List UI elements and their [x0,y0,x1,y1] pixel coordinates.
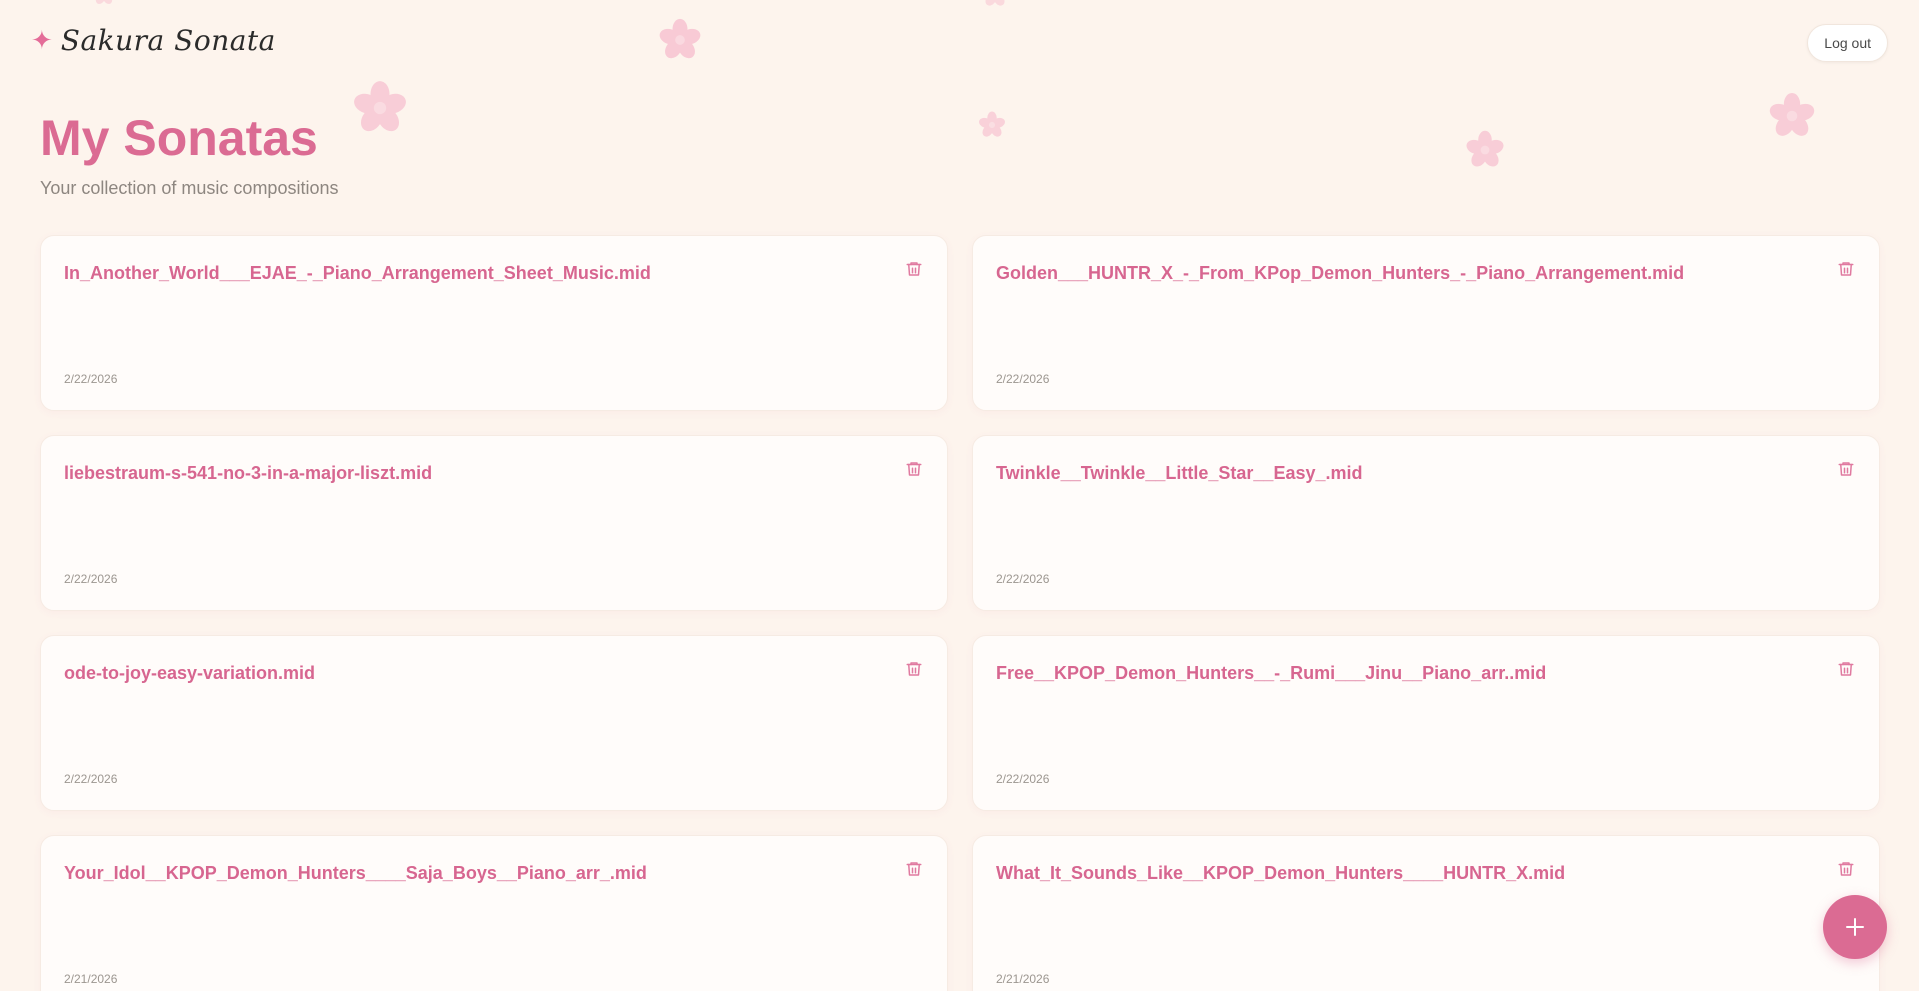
brand-name: Sakura Sonata [60,24,276,57]
sonata-title: Your_Idol__KPOP_Demon_Hunters____Saja_Bo… [64,863,647,883]
sonata-date: 2/21/2026 [64,972,118,986]
sonata-title: Golden___HUNTR_X_-_From_KPop_Demon_Hunte… [996,263,1685,283]
sonata-card[interactable]: Golden___HUNTR_X_-_From_KPop_Demon_Hunte… [972,235,1880,411]
sonata-card[interactable]: In_Another_World___EJAE_-_Piano_Arrangem… [40,235,948,411]
sakura-flower-icon [1466,130,1504,167]
sonata-title: Twinkle__Twinkle__Little_Star__Easy_.mid [996,463,1363,483]
sonata-card[interactable]: Your_Idol__KPOP_Demon_Hunters____Saja_Bo… [40,835,948,991]
delete-button[interactable] [1837,860,1855,878]
sonata-card[interactable]: Twinkle__Twinkle__Little_Star__Easy_.mid… [972,435,1880,611]
delete-button[interactable] [905,260,923,278]
delete-button[interactable] [905,460,923,478]
sonata-title: liebestraum-s-541-no-3-in-a-major-liszt.… [64,463,433,483]
page-subtitle: Your collection of music compositions [40,178,339,198]
sparkle-icon: ✦ [31,25,53,56]
delete-button[interactable] [905,860,923,878]
sakura-flower-icon [354,81,406,132]
trash-icon [906,462,922,476]
sonata-date: 2/22/2026 [996,772,1050,786]
sonata-card[interactable]: ode-to-joy-easy-variation.mid 2/22/2026 [40,635,948,811]
top-bar: ✦ Sakura Sonata Log out [0,0,1919,86]
trash-icon [1838,262,1854,276]
trash-icon [906,662,922,676]
sakura-flower-icon [979,111,1005,137]
plus-icon [1846,918,1864,936]
trash-icon [1838,862,1854,876]
sonata-title: Free__KPOP_Demon_Hunters__-_Rumi___Jinu_… [996,663,1547,683]
sonata-card[interactable]: Free__KPOP_Demon_Hunters__-_Rumi___Jinu_… [972,635,1880,811]
app-page: ✦ Sakura Sonata Log out My Sonatas Your … [0,0,1919,991]
sonata-date: 2/22/2026 [64,772,118,786]
page-title: My Sonatas [40,110,318,166]
sonata-card[interactable]: liebestraum-s-541-no-3-in-a-major-liszt.… [40,435,948,611]
sonata-grid: In_Another_World___EJAE_-_Piano_Arrangem… [40,235,1880,991]
sonata-card[interactable]: What_It_Sounds_Like__KPOP_Demon_Hunters_… [972,835,1880,991]
trash-icon [1838,662,1854,676]
sonata-date: 2/22/2026 [64,372,118,386]
sakura-flower-icon [1769,92,1815,136]
delete-button[interactable] [1837,460,1855,478]
add-sonata-button[interactable] [1823,895,1887,959]
sonata-date: 2/22/2026 [64,572,118,586]
trash-icon [1838,462,1854,476]
trash-icon [906,262,922,276]
brand-logo[interactable]: ✦ Sakura Sonata [31,24,276,57]
sonata-date: 2/22/2026 [996,372,1050,386]
delete-button[interactable] [1837,260,1855,278]
sonata-title: What_It_Sounds_Like__KPOP_Demon_Hunters_… [996,863,1566,883]
sonata-title: In_Another_World___EJAE_-_Piano_Arrangem… [64,263,651,283]
trash-icon [906,862,922,876]
sonata-date: 2/21/2026 [996,972,1050,986]
sonata-title: ode-to-joy-easy-variation.mid [64,663,316,683]
logout-button[interactable]: Log out [1807,24,1888,62]
sonata-date: 2/22/2026 [996,572,1050,586]
delete-button[interactable] [905,660,923,678]
delete-button[interactable] [1837,660,1855,678]
